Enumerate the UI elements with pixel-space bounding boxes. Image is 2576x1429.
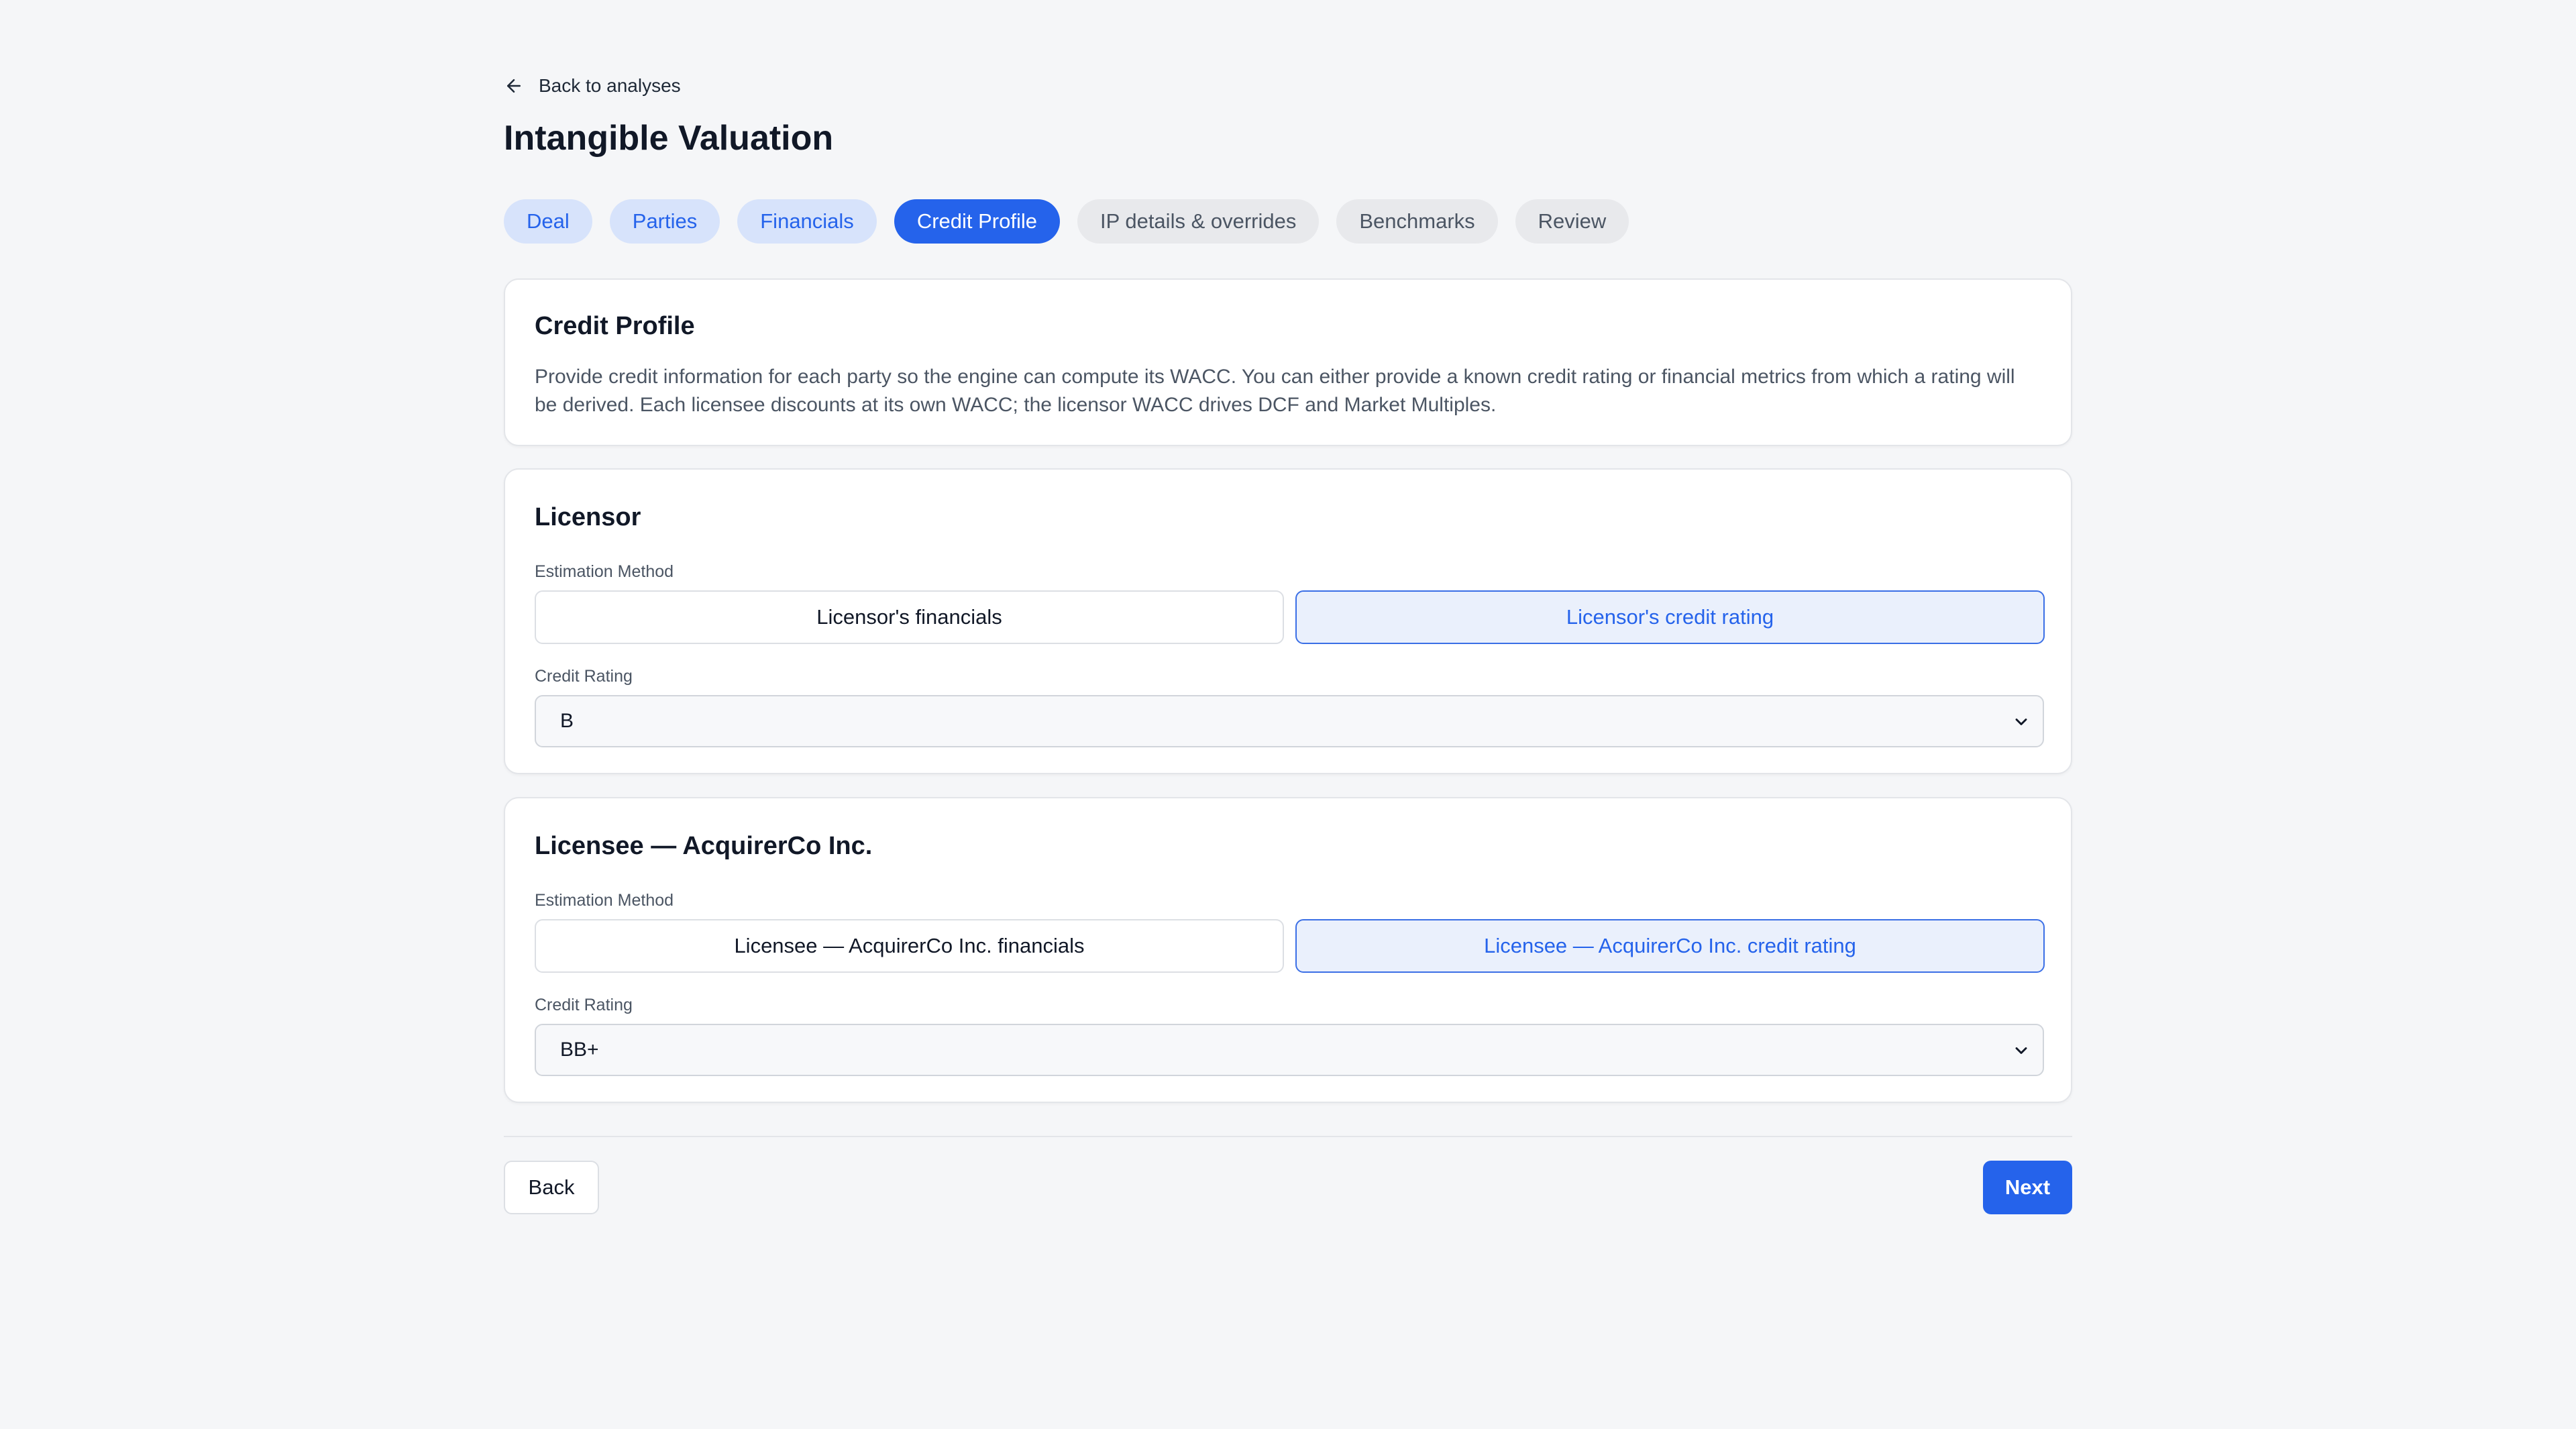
- licensee-rating-value: BB+: [560, 1039, 599, 1061]
- next-button[interactable]: Next: [1983, 1161, 2072, 1214]
- licensor-method-label: Estimation Method: [535, 562, 674, 581]
- tab-ip-details[interactable]: IP details & overrides: [1077, 199, 1320, 244]
- licensor-rating-label: Credit Rating: [535, 667, 633, 686]
- tab-benchmarks[interactable]: Benchmarks: [1336, 199, 1498, 244]
- arrow-left-icon: [507, 79, 521, 93]
- licensor-financials-option[interactable]: Licensor's financials: [535, 590, 1284, 644]
- page-title: Intangible Valuation: [504, 119, 834, 158]
- licensee-credit-rating-option[interactable]: Licensee — AcquirerCo Inc. credit rating: [1295, 919, 2045, 973]
- licensor-title: Licensor: [535, 503, 641, 531]
- licensor-rating-value: B: [560, 710, 574, 732]
- chevron-down-icon: [2015, 1047, 2027, 1054]
- tab-parties[interactable]: Parties: [609, 199, 720, 244]
- licensor-card: Licensor Estimation Method Licensor's fi…: [504, 468, 2072, 774]
- credit-profile-intro-card: Credit Profile Provide credit informatio…: [504, 278, 2072, 446]
- chevron-down-icon: [2015, 719, 2027, 725]
- tab-financials[interactable]: Financials: [737, 199, 877, 244]
- tab-credit-profile[interactable]: Credit Profile: [894, 199, 1060, 244]
- licensee-credit-rating-select[interactable]: BB+: [535, 1024, 2044, 1076]
- back-to-analyses-link[interactable]: Back to analyses: [504, 75, 681, 97]
- licensee-method-label: Estimation Method: [535, 891, 674, 910]
- licensee-title: Licensee — AcquirerCo Inc.: [535, 832, 873, 860]
- intro-title: Credit Profile: [535, 312, 695, 340]
- licensee-rating-label: Credit Rating: [535, 996, 633, 1014]
- tab-review[interactable]: Review: [1515, 199, 1629, 244]
- intro-description: Provide credit information for each part…: [535, 366, 2015, 416]
- licensee-card: Licensee — AcquirerCo Inc. Estimation Me…: [504, 797, 2072, 1103]
- back-button[interactable]: Back: [504, 1161, 599, 1214]
- licensor-credit-rating-select[interactable]: B: [535, 695, 2044, 747]
- step-tabs: Deal Parties Financials Credit Profile I…: [504, 199, 1629, 244]
- footer-divider: [504, 1136, 2072, 1137]
- back-link-label: Back to analyses: [539, 75, 681, 96]
- licensor-credit-rating-option[interactable]: Licensor's credit rating: [1295, 590, 2045, 644]
- tab-deal[interactable]: Deal: [504, 199, 592, 244]
- licensee-financials-option[interactable]: Licensee — AcquirerCo Inc. financials: [535, 919, 1284, 973]
